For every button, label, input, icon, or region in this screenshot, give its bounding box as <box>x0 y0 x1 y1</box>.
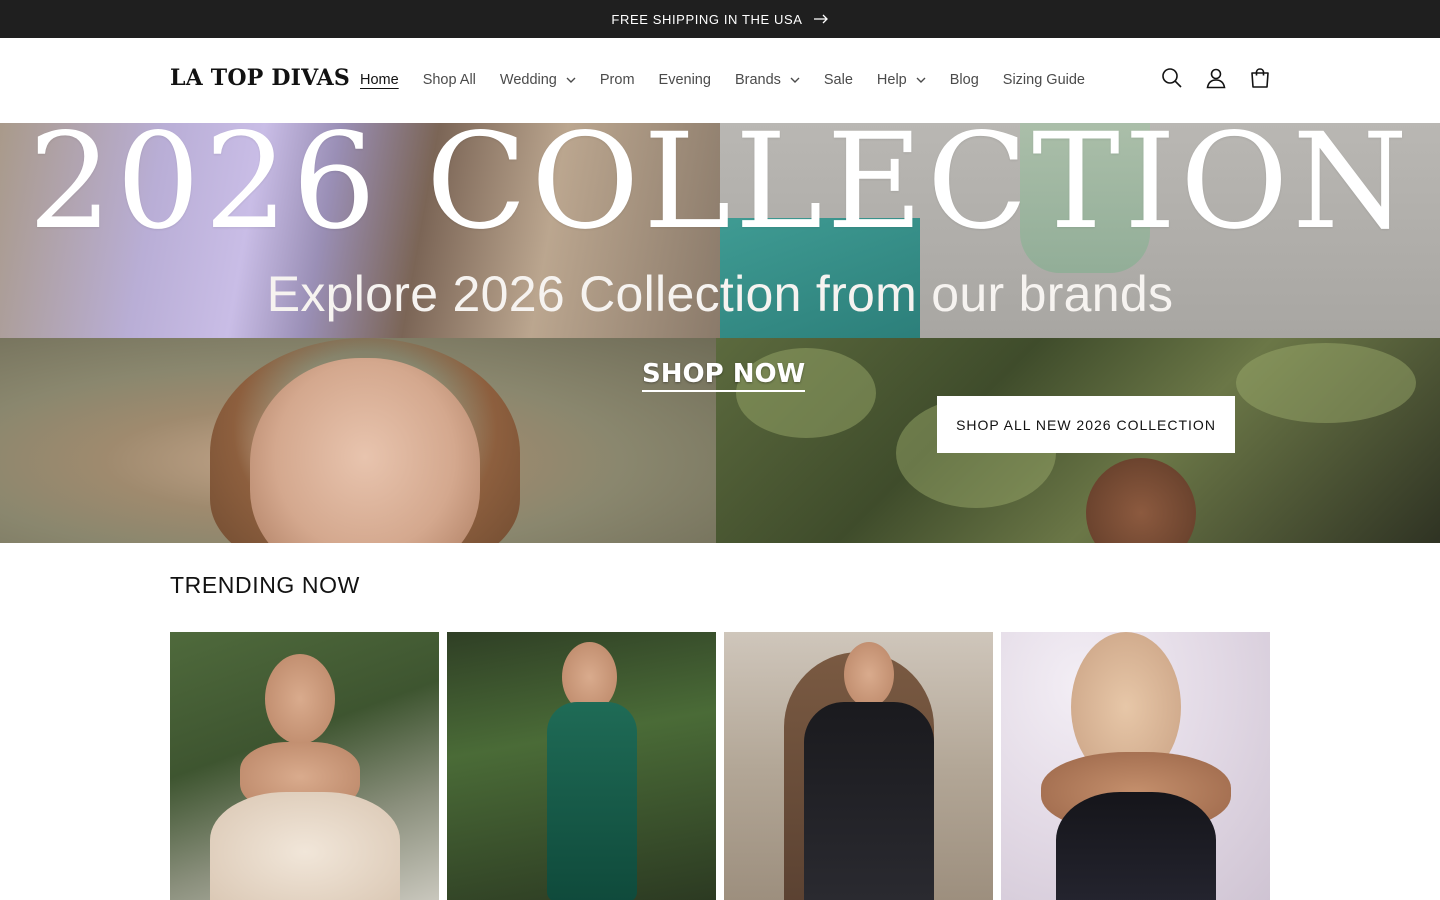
nav-item-help[interactable]: Help <box>865 66 938 94</box>
nav-label: Shop All <box>422 72 476 88</box>
cart-button[interactable] <box>1248 66 1272 90</box>
product-card[interactable] <box>1001 632 1270 900</box>
product-card[interactable] <box>447 632 716 900</box>
nav-item-sizing-guide[interactable]: Sizing Guide <box>991 66 1097 94</box>
main-nav: Home Shop All Wedding Prom Evening Brand… <box>348 66 1097 94</box>
hero-banner[interactable]: 2026 COLLECTION Explore 2026 Collection … <box>0 123 1440 543</box>
cart-icon <box>1251 68 1269 88</box>
trending-title: TRENDING NOW <box>170 572 360 598</box>
search-button[interactable] <box>1160 66 1184 90</box>
account-icon <box>1206 68 1226 89</box>
announcement-link[interactable]: FREE SHIPPING IN THE USA <box>611 12 828 27</box>
nav-label: Evening <box>658 72 711 88</box>
site-header: LA TOP DIVAS Home Shop All Wedding Prom … <box>0 38 1440 123</box>
hero-subtitle: Explore 2026 Collection from our brands <box>266 266 1174 322</box>
header-icons <box>1160 66 1272 90</box>
nav-item-brands[interactable]: Brands <box>723 66 812 94</box>
nav-label: Sale <box>823 72 853 88</box>
product-image-detail <box>210 792 400 900</box>
product-image-detail <box>804 702 934 900</box>
product-image-detail <box>844 642 894 707</box>
hero-image-detail <box>1086 458 1196 543</box>
arrow-right-icon <box>813 14 828 24</box>
product-card[interactable] <box>170 632 439 900</box>
nav-label: Home <box>360 72 399 88</box>
product-image-detail <box>265 654 335 744</box>
nav-label: Sizing Guide <box>1002 72 1085 88</box>
nav-label: Blog <box>949 72 979 88</box>
announcement-bar: FREE SHIPPING IN THE USA <box>0 0 1440 38</box>
site-logo[interactable]: LA TOP DIVAS <box>170 65 350 91</box>
product-card[interactable] <box>724 632 993 900</box>
search-icon <box>1162 68 1182 88</box>
product-image-detail <box>547 702 637 900</box>
chevron-down-icon <box>790 77 800 83</box>
nav-label: Help <box>876 72 907 88</box>
nav-item-home[interactable]: Home <box>348 66 411 94</box>
nav-item-blog[interactable]: Blog <box>938 66 991 94</box>
hero-title: 2026 COLLECTION <box>28 123 1412 259</box>
hero-image-quadrant <box>0 338 716 543</box>
nav-item-shop-all[interactable]: Shop All <box>411 66 488 94</box>
chevron-down-icon <box>916 77 926 83</box>
trending-cards <box>170 632 1270 900</box>
nav-label: Wedding <box>499 72 557 88</box>
chevron-down-icon <box>566 77 576 83</box>
hero-shop-now-link[interactable]: SHOP NOW <box>642 359 806 392</box>
nav-label: Prom <box>599 72 635 88</box>
hero-image-detail <box>1236 343 1416 423</box>
nav-label: Brands <box>734 72 781 88</box>
nav-item-sale[interactable]: Sale <box>812 66 865 94</box>
account-button[interactable] <box>1204 66 1228 90</box>
shop-all-collection-button[interactable]: SHOP ALL NEW 2026 COLLECTION <box>937 396 1235 453</box>
announcement-text: FREE SHIPPING IN THE USA <box>611 11 803 27</box>
nav-item-wedding[interactable]: Wedding <box>488 66 588 94</box>
nav-item-evening[interactable]: Evening <box>647 66 723 94</box>
product-image-detail <box>1056 792 1216 900</box>
nav-item-prom[interactable]: Prom <box>588 66 647 94</box>
